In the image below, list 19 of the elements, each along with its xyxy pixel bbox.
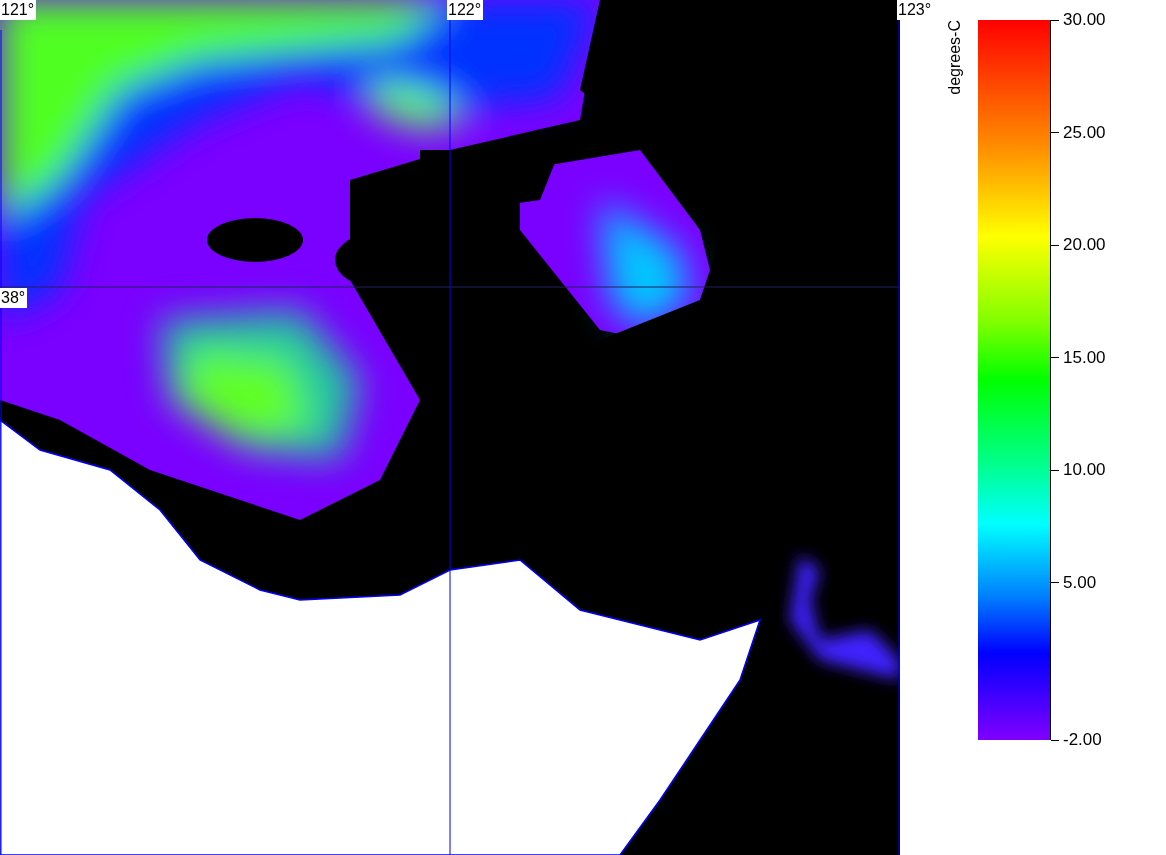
longitude-label: 121° [0, 0, 37, 20]
tick-label: -2.00 [1063, 730, 1102, 750]
latitude-label: 38° [0, 288, 28, 308]
tick-mark [1051, 244, 1059, 246]
tick-label: 20.00 [1063, 235, 1106, 255]
tick-mark [1051, 132, 1059, 133]
tick-label: 15.00 [1063, 347, 1106, 368]
tick-label: 30.00 [1063, 10, 1106, 30]
tick-label: 25.00 [1063, 122, 1106, 143]
tick-mark [1051, 582, 1059, 583]
longitude-label: 122° [447, 0, 484, 20]
tick-mark [1051, 469, 1059, 471]
legend-label: degrees-C [946, 20, 964, 95]
tick-label: 5.00 [1063, 572, 1097, 593]
tick-mark [1051, 19, 1059, 21]
tick-label: 10.00 [1063, 460, 1106, 480]
tick-mark [1051, 357, 1059, 358]
longitude-label: 123° [897, 0, 934, 20]
tick-mark [1051, 739, 1059, 741]
